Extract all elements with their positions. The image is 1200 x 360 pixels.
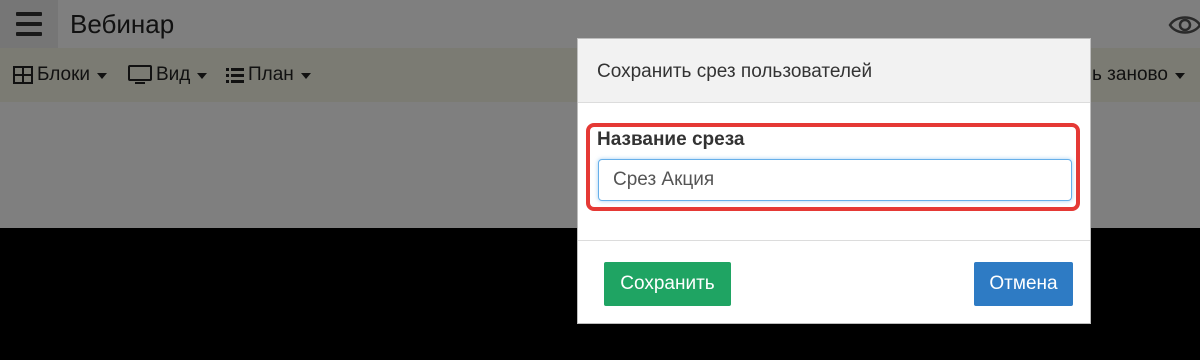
- slice-name-input[interactable]: [598, 159, 1072, 201]
- cancel-button[interactable]: Отмена: [974, 262, 1073, 306]
- save-slice-dialog: Сохранить срез пользователей Название ср…: [577, 38, 1091, 324]
- slice-name-label: Название среза: [597, 129, 745, 150]
- dialog-header: Сохранить срез пользователей: [578, 39, 1090, 103]
- dialog-title: Сохранить срез пользователей: [597, 61, 873, 82]
- save-button[interactable]: Сохранить: [604, 262, 731, 306]
- dialog-body: Название среза: [578, 103, 1090, 241]
